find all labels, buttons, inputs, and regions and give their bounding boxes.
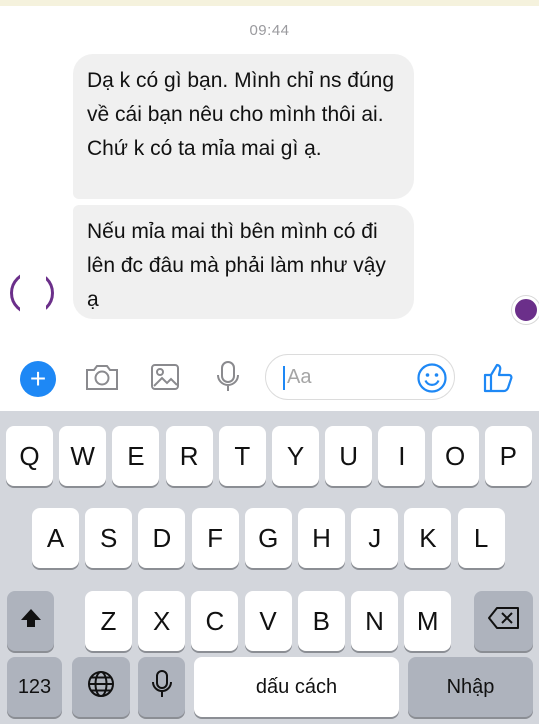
- key-label: X: [153, 605, 171, 636]
- key-g[interactable]: G: [244, 508, 292, 568]
- key-label: U: [339, 440, 359, 471]
- key-n[interactable]: N: [351, 591, 398, 651]
- key-label: J: [368, 522, 382, 553]
- globe-key[interactable]: [72, 657, 130, 717]
- key-l[interactable]: L: [457, 508, 505, 568]
- key-label: M: [416, 605, 439, 636]
- key-j[interactable]: J: [351, 508, 399, 568]
- key-m[interactable]: M: [404, 591, 452, 651]
- dictation-icon: [151, 669, 173, 706]
- key-r[interactable]: R: [165, 426, 213, 486]
- key-label: W: [70, 440, 95, 471]
- previous-message-edge: [0, 0, 539, 6]
- key-label: K: [419, 522, 437, 553]
- key-z[interactable]: Z: [85, 591, 132, 651]
- key-a[interactable]: A: [32, 508, 79, 568]
- key-label: Z: [100, 605, 117, 636]
- thumbs-up-icon[interactable]: [478, 357, 518, 397]
- key-p[interactable]: P: [484, 426, 532, 486]
- key-label: L: [473, 522, 489, 553]
- emoji-icon[interactable]: [416, 362, 448, 394]
- message-bubble[interactable]: Nếu mỉa mai thì bên mình có đi lên đc đâ…: [73, 205, 414, 319]
- backspace-key[interactable]: [474, 591, 533, 651]
- seen-indicator-avatar: [512, 296, 539, 324]
- message-input-field[interactable]: [265, 354, 455, 400]
- key-k[interactable]: K: [404, 508, 452, 568]
- key-h[interactable]: H: [298, 508, 345, 568]
- space-key-label: dấu cách: [255, 675, 338, 698]
- key-label: F: [207, 522, 224, 553]
- key-label: V: [259, 605, 277, 636]
- globe-icon: [87, 670, 115, 705]
- shift-key[interactable]: [7, 591, 54, 651]
- key-u[interactable]: U: [325, 426, 373, 486]
- camera-icon[interactable]: [82, 357, 122, 397]
- key-label: S: [100, 522, 118, 553]
- backspace-icon: [487, 606, 521, 637]
- numbers-key-label: 123: [17, 675, 52, 698]
- key-q[interactable]: Q: [6, 426, 53, 486]
- text-cursor: [283, 366, 285, 390]
- key-label: H: [312, 522, 331, 553]
- message-input[interactable]: [287, 363, 407, 391]
- key-label: R: [179, 440, 199, 471]
- key-o[interactable]: O: [431, 426, 479, 486]
- key-e[interactable]: E: [112, 426, 160, 486]
- key-s[interactable]: S: [85, 508, 133, 568]
- key-x[interactable]: X: [138, 591, 186, 651]
- key-b[interactable]: B: [297, 591, 345, 651]
- plus-icon[interactable]: +: [20, 361, 56, 397]
- chat-area: 09:44 Dạ k có gì bạn. Mình chỉ ns đúng v…: [0, 0, 539, 336]
- key-label: P: [499, 440, 517, 471]
- key-label: O: [444, 440, 466, 471]
- key-t[interactable]: T: [218, 426, 266, 486]
- key-w[interactable]: W: [59, 426, 107, 486]
- key-label: G: [258, 522, 279, 553]
- message-bubble[interactable]: Dạ k có gì bạn. Mình chỉ ns đúng về cái …: [73, 54, 414, 199]
- message-timestamp: 09:44: [249, 22, 290, 39]
- key-label: T: [234, 440, 251, 471]
- message-text: Nếu mỉa mai thì bên mình có đi lên đc đâ…: [87, 220, 386, 311]
- return-key-label: Nhập: [446, 675, 495, 698]
- message-composer: +: [0, 343, 539, 411]
- key-label: B: [312, 605, 330, 636]
- key-label: Q: [19, 440, 40, 471]
- key-f[interactable]: F: [191, 508, 239, 568]
- avatar-redaction: [20, 268, 46, 318]
- key-d[interactable]: D: [138, 508, 186, 568]
- on-screen-keyboard: QW E R T Y U I O P A S D F G H J K L Z X C V B N M 123 dấu các…: [0, 411, 539, 724]
- return-key[interactable]: Nhập: [408, 657, 533, 717]
- image-icon[interactable]: [145, 357, 185, 397]
- key-i[interactable]: I: [378, 426, 426, 486]
- space-key[interactable]: dấu cách: [194, 657, 399, 717]
- key-label: D: [152, 522, 172, 553]
- dictation-key[interactable]: [138, 657, 185, 717]
- key-label: C: [205, 605, 225, 636]
- message-text: Dạ k có gì bạn. Mình chỉ ns đúng về cái …: [87, 69, 395, 160]
- key-c[interactable]: C: [191, 591, 239, 651]
- key-label: N: [365, 605, 384, 636]
- key-y[interactable]: Y: [272, 426, 319, 486]
- key-v[interactable]: V: [244, 591, 292, 651]
- microphone-icon[interactable]: [208, 357, 248, 397]
- numbers-key[interactable]: 123: [7, 657, 62, 717]
- key-label: Y: [286, 440, 305, 471]
- shift-icon: [19, 606, 43, 637]
- key-label: E: [127, 440, 145, 471]
- key-label: I: [398, 440, 406, 471]
- key-label: A: [46, 522, 65, 553]
